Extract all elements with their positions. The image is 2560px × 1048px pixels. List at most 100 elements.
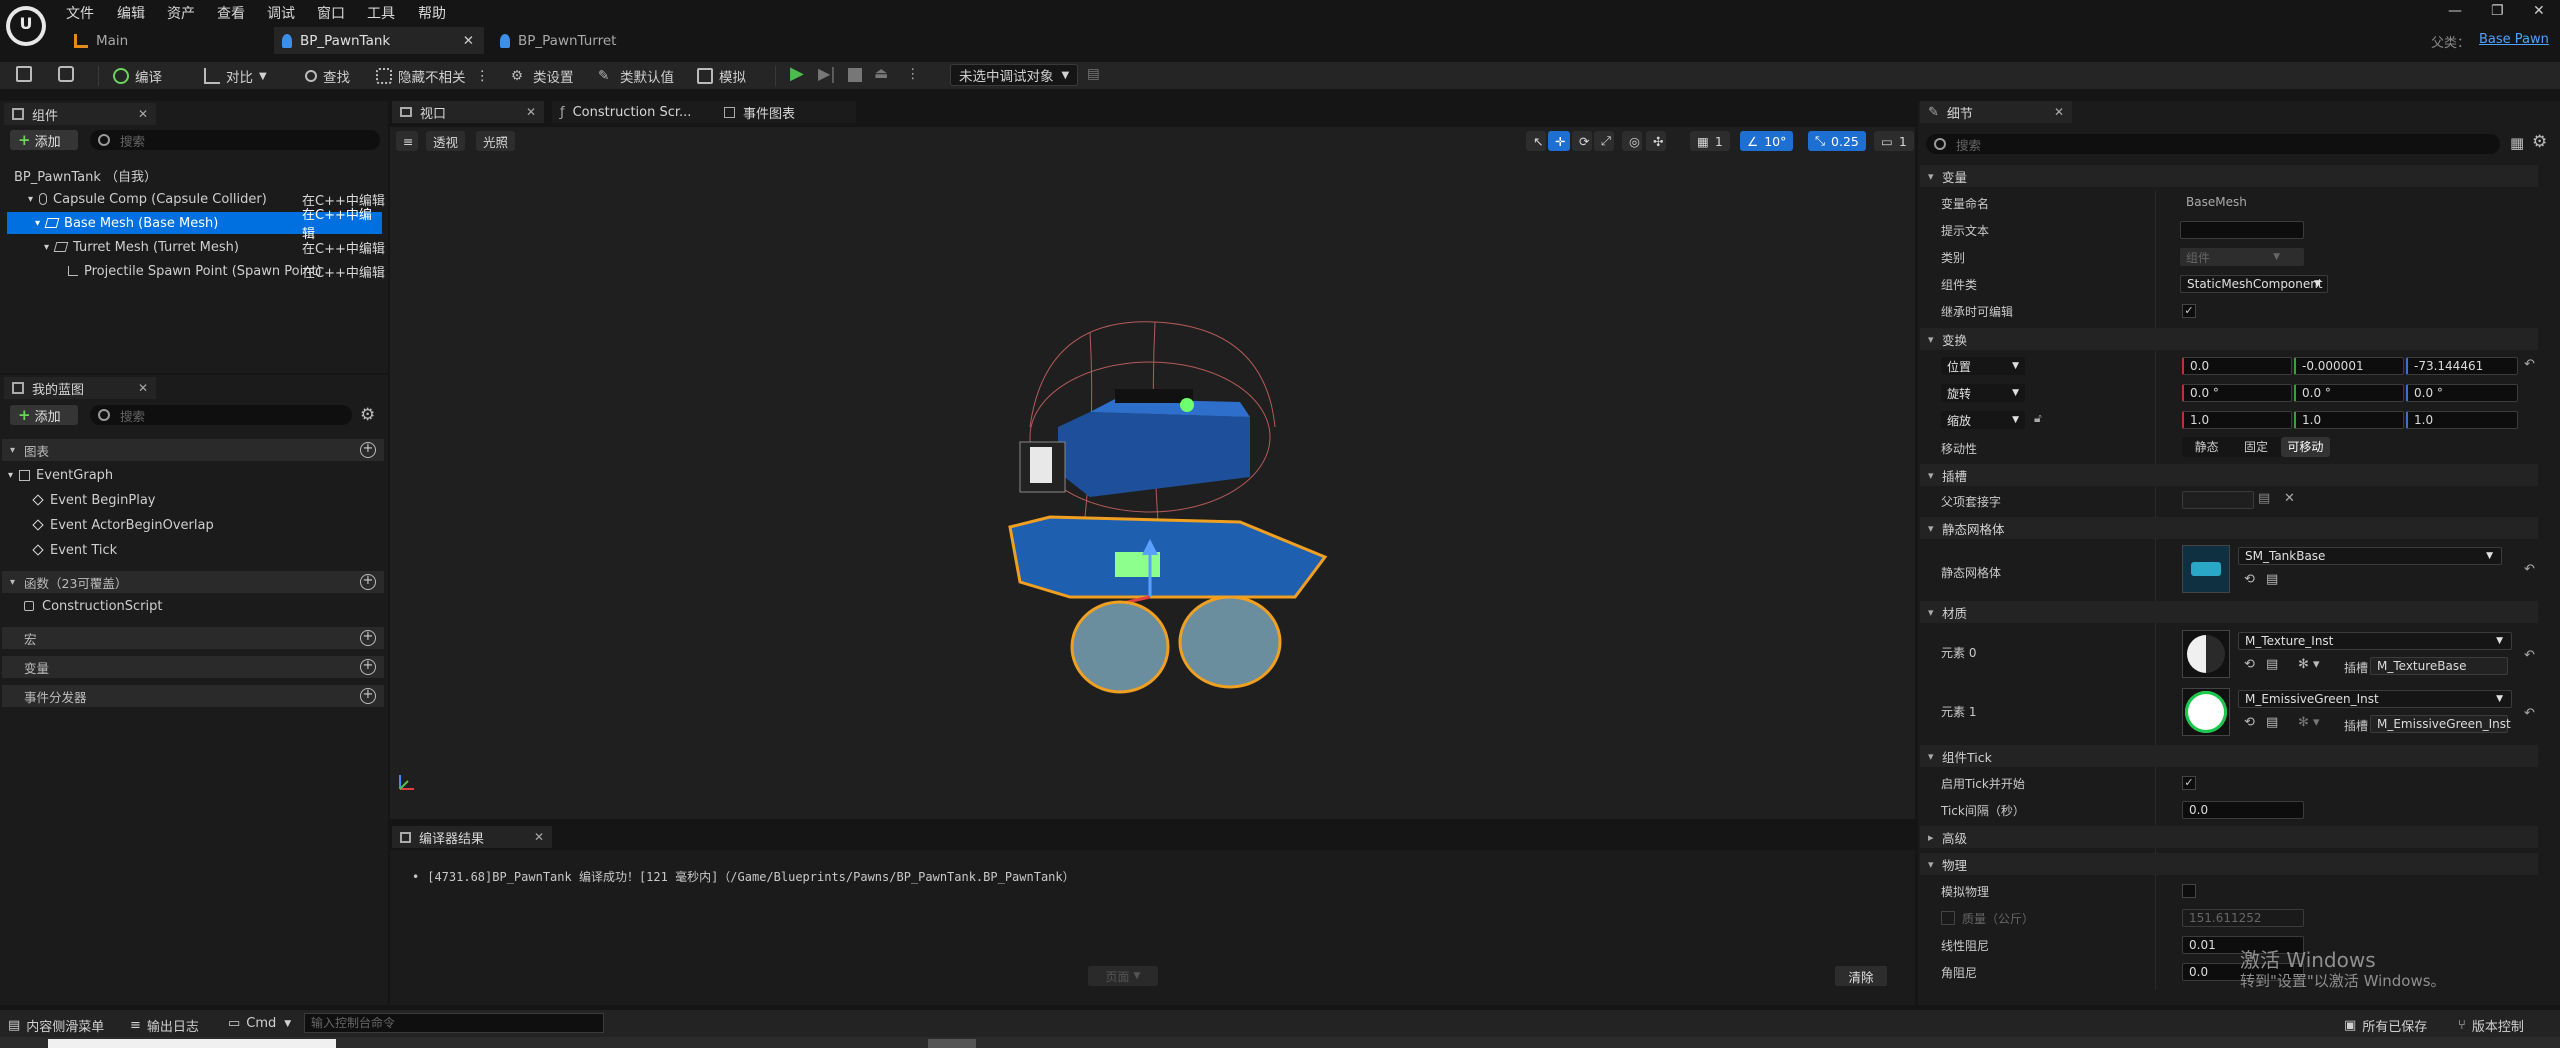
section-materials[interactable]: 材质 <box>1920 601 2538 623</box>
material0-dropdown[interactable]: M_Texture_Inst ▼ <box>2238 632 2512 650</box>
reset-arrow-icon[interactable]: ↶ <box>2524 562 2535 577</box>
material1-dropdown[interactable]: M_EmissiveGreen_Inst ▼ <box>2238 690 2512 708</box>
clear-button[interactable]: 清除 <box>1835 966 1887 986</box>
tab-event-graph[interactable]: 事件图表 <box>716 101 856 123</box>
section-physics[interactable]: 物理 <box>1920 853 2538 875</box>
tree-item-turret-mesh[interactable]: ▾ Turret Mesh (Turret Mesh) 在C++中编辑 <box>0 236 388 258</box>
category-dropdown[interactable]: 组件 ▼ <box>2180 248 2304 266</box>
add-dispatcher-icon[interactable]: + <box>360 688 376 704</box>
tree-item-self[interactable]: BP_PawnTank （自我） <box>0 164 388 186</box>
material1-thumbnail[interactable] <box>2182 688 2230 736</box>
edit-in-cpp-link[interactable]: 在C++中编辑 <box>302 238 385 257</box>
scale-z-field[interactable]: 1.0 <box>2406 411 2518 429</box>
section-advanced[interactable]: 高级 <box>1920 826 2538 848</box>
browse-asset-icon[interactable]: ▤ <box>2266 715 2278 730</box>
section-transform[interactable]: 变换 <box>1920 328 2538 350</box>
menu-file[interactable]: 文件 <box>66 3 94 23</box>
browse-asset-icon[interactable]: ▤ <box>2266 657 2278 672</box>
material-options-icon[interactable]: ✻ ▾ <box>2298 715 2320 730</box>
play-icon[interactable]: ▶ <box>790 63 804 84</box>
diff-button[interactable]: 对比 ▼ <box>204 66 267 86</box>
rotation-x-field[interactable]: 0.0 ° <box>2182 384 2292 402</box>
menu-edit[interactable]: 编辑 <box>117 3 145 23</box>
section-variables[interactable]: 变量 + <box>2 656 384 678</box>
output-log-button[interactable]: ≡ 输出日志 <box>130 1016 199 1035</box>
menu-help[interactable]: 帮助 <box>418 3 446 23</box>
class-settings-button[interactable]: ⚙ 类设置 <box>511 66 574 86</box>
use-selected-icon[interactable]: ⟲ <box>2244 657 2255 672</box>
add-variable-icon[interactable]: + <box>360 659 376 675</box>
mass-override-checkbox[interactable] <box>1941 911 1955 925</box>
menu-view[interactable]: 查看 <box>217 3 245 23</box>
details-search-input[interactable]: 搜索 <box>1926 134 2500 154</box>
section-component-tick[interactable]: 组件Tick <box>1920 745 2538 767</box>
property-matrix-icon[interactable]: ▦ <box>2510 134 2524 152</box>
expand-icon[interactable]: ▾ <box>28 194 33 205</box>
save-status[interactable]: ▣ 所有已保存 <box>2344 1016 2427 1035</box>
lock-icon[interactable]: 🔓︎ <box>2034 411 2042 426</box>
browse-socket-icon[interactable]: ▤ <box>2258 491 2270 506</box>
gear-icon[interactable]: ⚙ <box>2532 132 2547 152</box>
scale-y-field[interactable]: 1.0 <box>2294 411 2404 429</box>
add-member-button[interactable]: + 添加 <box>10 405 78 425</box>
content-drawer-button[interactable]: ▤ 内容侧滑菜单 <box>8 1016 104 1035</box>
rotation-y-field[interactable]: 0.0 ° <box>2294 384 2404 402</box>
tab-viewport[interactable]: 视口 ✕ <box>392 101 544 123</box>
tab-details[interactable]: ✎ 细节 ✕ <box>1920 101 2072 123</box>
viewport[interactable]: ≡ 透视 光照 ↖ ✛ ⟳ ⤢ ◎ ✣ ▦ 1 ∠ 10° ⤡ 0.25 ▭ 1 <box>390 127 1915 819</box>
section-variable[interactable]: 变量 <box>1920 165 2538 187</box>
menu-tools[interactable]: 工具 <box>367 3 395 23</box>
clear-icon[interactable]: ✕ <box>2284 491 2295 506</box>
static-mesh-dropdown[interactable]: SM_TankBase ▼ <box>2238 547 2502 565</box>
section-dispatchers[interactable]: 事件分发器 + <box>2 685 384 707</box>
mobility-static-option[interactable]: 静态 <box>2182 437 2231 457</box>
section-graphs[interactable]: ▾ 图表 + <box>2 439 384 461</box>
close-icon[interactable]: ✕ <box>138 107 148 121</box>
step-icon[interactable]: ▶| <box>818 64 836 83</box>
cmd-dropdown[interactable]: ▭ Cmd ▼ <box>228 1016 291 1031</box>
add-macro-icon[interactable]: + <box>360 630 376 646</box>
close-icon[interactable]: ✕ <box>138 381 148 395</box>
parent-socket-field[interactable] <box>2182 491 2254 509</box>
event-item[interactable]: Event Tick <box>0 539 388 561</box>
stop-icon[interactable] <box>848 68 862 82</box>
find-button[interactable]: 查找 <box>305 66 350 86</box>
menu-assets[interactable]: 资产 <box>167 3 195 23</box>
event-item[interactable]: Event BeginPlay <box>0 489 388 511</box>
tooltip-field[interactable] <box>2180 221 2304 239</box>
editable-checkbox[interactable]: ✓ <box>2182 304 2196 318</box>
tab-compiler-results[interactable]: 编译器结果 ✕ <box>392 826 552 848</box>
close-tab-icon[interactable]: ✕ <box>463 33 474 49</box>
scale-dropdown[interactable]: 缩放 ▼ <box>1941 411 2025 429</box>
expand-icon[interactable]: ▾ <box>8 470 13 481</box>
section-static-mesh[interactable]: 静态网格体 <box>1920 517 2538 539</box>
location-dropdown[interactable]: 位置 ▼ <box>1941 357 2025 375</box>
class-defaults-button[interactable]: ✎ 类默认值 <box>598 66 674 86</box>
tree-item-spawn-point[interactable]: Projectile Spawn Point (Spawn Point) 在C+… <box>0 260 388 282</box>
simulate-button[interactable]: 模拟 <box>697 66 746 86</box>
unreal-logo-icon[interactable]: U <box>6 6 46 46</box>
compile-button[interactable]: 编译 <box>113 66 162 86</box>
page-dropdown[interactable]: 页面 ▼ <box>1088 966 1158 986</box>
section-macros[interactable]: 宏 + <box>2 627 384 649</box>
simulate-physics-checkbox[interactable] <box>2182 884 2196 898</box>
eject-icon[interactable]: ⏏ <box>874 64 888 82</box>
tree-item-base-mesh[interactable]: ▾ Base Mesh (Base Mesh) 在C++中编辑 <box>7 208 382 242</box>
parent-class-link[interactable]: Base Pawn <box>2479 32 2549 47</box>
function-item[interactable]: ConstructionScript <box>0 595 388 617</box>
close-icon[interactable]: ✕ <box>526 105 536 119</box>
reset-arrow-icon[interactable]: ↶ <box>2524 706 2535 721</box>
section-sockets[interactable]: 插槽 <box>1920 464 2538 486</box>
components-search-input[interactable]: 搜索 <box>90 130 380 150</box>
mobility-movable-option[interactable]: 可移动 <box>2280 437 2330 457</box>
use-selected-icon[interactable]: ⟲ <box>2244 715 2255 730</box>
tab-components[interactable]: 组件 ✕ <box>4 103 156 125</box>
edit-in-cpp-link[interactable]: 在C++中编辑 <box>302 262 385 281</box>
material0-thumbnail[interactable] <box>2182 630 2230 678</box>
use-selected-icon[interactable]: ⟲ <box>2244 572 2255 587</box>
reset-arrow-icon[interactable]: ↶ <box>2524 648 2535 663</box>
mass-field[interactable]: 151.611252 <box>2182 909 2304 927</box>
debug-browse-icon[interactable]: ▤ <box>1087 66 1100 82</box>
rotation-dropdown[interactable]: 旋转 ▼ <box>1941 384 2025 402</box>
debug-target-dropdown[interactable]: 未选中调试对象 ▼ <box>950 64 1079 86</box>
